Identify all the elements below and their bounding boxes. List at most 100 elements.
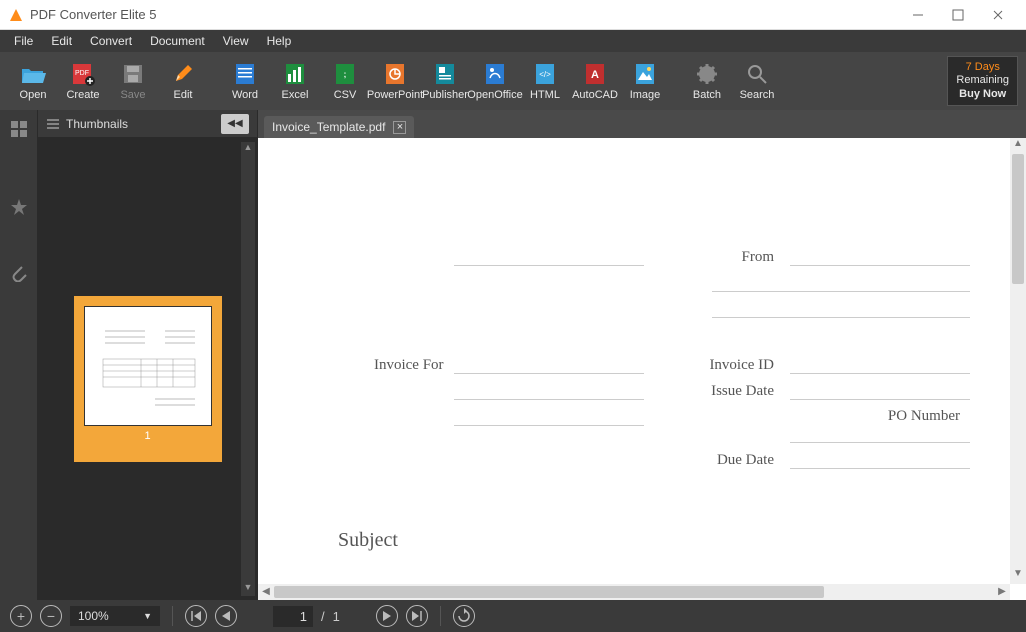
html-button[interactable]: </>HTML [520, 61, 570, 101]
statusbar: + − 100%▼ 1 / 1 [0, 600, 1026, 632]
next-page-button[interactable] [376, 605, 398, 627]
scroll-left-icon[interactable]: ◀ [258, 584, 274, 600]
menu-edit[interactable]: Edit [43, 32, 80, 50]
svg-text:PDF: PDF [75, 70, 89, 77]
page-separator: / [321, 609, 325, 624]
powerpoint-icon [382, 61, 408, 87]
page-total: 1 [333, 609, 340, 624]
autocad-button[interactable]: AAutoCAD [570, 61, 620, 101]
menu-file[interactable]: File [6, 32, 41, 50]
publisher-button[interactable]: Publisher [420, 61, 470, 101]
scrollbar-thumb[interactable] [274, 586, 824, 598]
grid-view-icon[interactable] [6, 116, 32, 142]
trial-days: 7 Days [956, 61, 1009, 74]
trial-remaining: Remaining [956, 74, 1009, 87]
folder-open-icon [20, 61, 46, 87]
menu-document[interactable]: Document [142, 32, 213, 50]
scroll-up-icon[interactable]: ▲ [1010, 138, 1026, 154]
vertical-scrollbar[interactable]: ▲ ▼ [1010, 138, 1026, 584]
zoom-in-button[interactable]: + [10, 605, 32, 627]
thumbnail-preview [84, 306, 212, 426]
batch-button[interactable]: Batch [682, 61, 732, 101]
document-area: Invoice_Template.pdf × From Invoice For … [258, 110, 1026, 600]
menu-convert[interactable]: Convert [82, 32, 140, 50]
attachment-icon[interactable] [6, 260, 32, 286]
excel-icon [282, 61, 308, 87]
minimize-button[interactable] [898, 1, 938, 29]
label-invoice-id: Invoice ID [709, 357, 774, 374]
thumbnails-header: Thumbnails ◀◀ [38, 110, 257, 138]
scroll-up-icon[interactable]: ▲ [241, 142, 255, 156]
menu-help[interactable]: Help [259, 32, 300, 50]
maximize-button[interactable] [938, 1, 978, 29]
scroll-down-icon[interactable]: ▼ [241, 582, 255, 596]
svg-text:;: ; [344, 70, 347, 79]
openoffice-button[interactable]: OpenOffice [470, 61, 520, 101]
publisher-icon [432, 61, 458, 87]
bookmark-icon[interactable] [6, 194, 32, 220]
app-logo-icon [8, 7, 24, 23]
document-content[interactable]: From Invoice For Invoice ID Issue Date P… [258, 138, 1010, 584]
thumbnail-page-1[interactable]: 1 [74, 296, 222, 462]
save-button[interactable]: Save [108, 61, 158, 101]
chevron-down-icon: ▼ [143, 611, 152, 621]
search-icon [744, 61, 770, 87]
open-button[interactable]: Open [8, 61, 58, 101]
thumbnail-page-number: 1 [84, 430, 212, 442]
close-button[interactable] [978, 1, 1018, 29]
thumbnails-body: 1 ▲ ▼ [38, 138, 257, 600]
label-issue-date: Issue Date [711, 383, 774, 400]
edit-button[interactable]: Edit [158, 61, 208, 101]
workspace: Thumbnails ◀◀ [0, 110, 1026, 600]
create-pdf-icon: PDF [70, 61, 96, 87]
thumbnails-scrollbar[interactable]: ▲ ▼ [241, 142, 255, 596]
image-icon [632, 61, 658, 87]
label-invoice-for: Invoice For [374, 357, 444, 374]
zoom-out-button[interactable]: − [40, 605, 62, 627]
document-tab[interactable]: Invoice_Template.pdf × [264, 116, 414, 138]
pencil-icon [170, 61, 196, 87]
titlebar: PDF Converter Elite 5 [0, 0, 1026, 30]
horizontal-scrollbar[interactable]: ◀ ▶ [258, 584, 1010, 600]
trial-notice[interactable]: 7 Days Remaining Buy Now [947, 56, 1018, 106]
page-input[interactable]: 1 [273, 606, 313, 627]
scrollbar-thumb[interactable] [1012, 154, 1024, 284]
first-page-button[interactable] [185, 605, 207, 627]
create-button[interactable]: PDFCreate [58, 61, 108, 101]
toolbar: Open PDFCreate Save Edit Word Excel ;CSV… [0, 52, 1026, 110]
menu-view[interactable]: View [215, 32, 257, 50]
menubar: File Edit Convert Document View Help [0, 30, 1026, 52]
last-page-button[interactable] [406, 605, 428, 627]
collapse-panel-button[interactable]: ◀◀ [221, 114, 249, 134]
word-icon [232, 61, 258, 87]
thumbnails-panel: Thumbnails ◀◀ [38, 110, 258, 600]
label-due-date: Due Date [717, 452, 774, 469]
scroll-down-icon[interactable]: ▼ [1010, 568, 1026, 584]
csv-icon: ; [332, 61, 358, 87]
svg-text:</>: </> [539, 70, 551, 79]
label-from: From [741, 249, 774, 266]
powerpoint-button[interactable]: PowerPoint [370, 61, 420, 101]
tab-label: Invoice_Template.pdf [272, 120, 385, 134]
excel-button[interactable]: Excel [270, 61, 320, 101]
search-button[interactable]: Search [732, 61, 782, 101]
label-subject: Subject [338, 529, 970, 552]
list-icon [46, 118, 60, 130]
trial-buy: Buy Now [956, 88, 1009, 101]
window-title: PDF Converter Elite 5 [30, 7, 898, 22]
scroll-right-icon[interactable]: ▶ [994, 584, 1010, 600]
label-po-number: PO Number [888, 408, 960, 425]
csv-button[interactable]: ;CSV [320, 61, 370, 101]
side-icon-strip [0, 110, 38, 600]
word-button[interactable]: Word [220, 61, 270, 101]
openoffice-icon [482, 61, 508, 87]
gear-icon [694, 61, 720, 87]
document-tabs: Invoice_Template.pdf × [258, 110, 1026, 138]
tab-close-button[interactable]: × [393, 121, 406, 134]
rotate-button[interactable] [453, 605, 475, 627]
document-view: From Invoice For Invoice ID Issue Date P… [258, 138, 1026, 600]
image-button[interactable]: Image [620, 61, 670, 101]
zoom-dropdown[interactable]: 100%▼ [70, 606, 160, 626]
html-icon: </> [532, 61, 558, 87]
prev-page-button[interactable] [215, 605, 237, 627]
